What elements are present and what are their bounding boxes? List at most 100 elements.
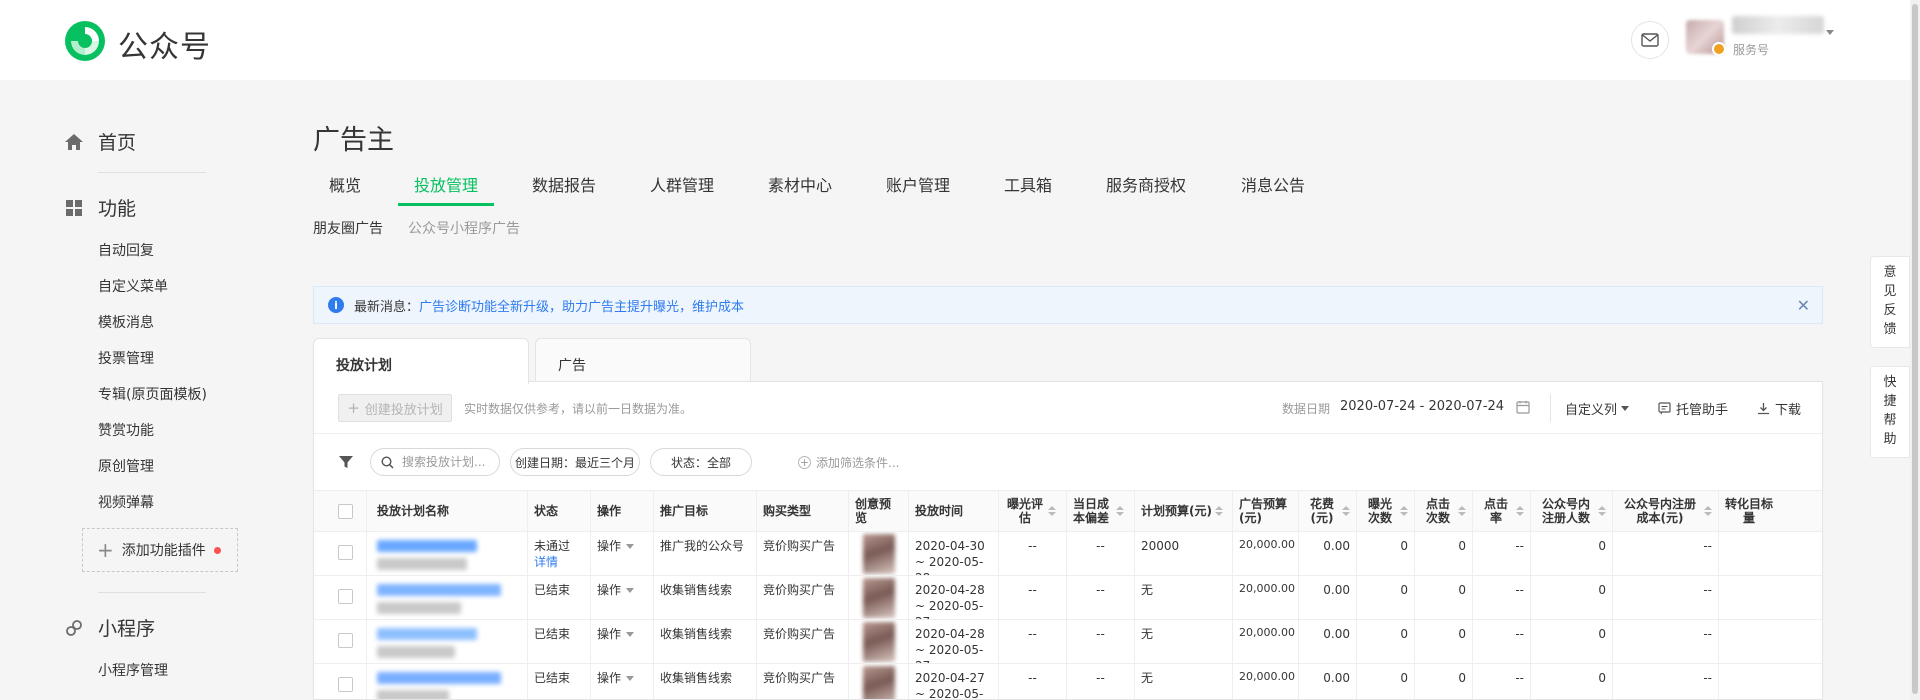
sort-icon[interactable]	[1116, 506, 1124, 516]
creative-preview-cell[interactable]	[849, 664, 909, 699]
plan-name-blurred[interactable]	[377, 584, 501, 596]
sidebar-item-album[interactable]: 专辑(原页面模板)	[98, 384, 207, 404]
col-exposure-estimate[interactable]: 曝光评估	[999, 491, 1067, 531]
sidebar-item-video-danmaku[interactable]: 视频弹幕	[98, 492, 154, 512]
col-daily-cost-deviation[interactable]: 当日成本偏差	[1067, 491, 1135, 531]
table-row[interactable]: 已结束 操作 收集销售线索竞价购买广告 2020-04-27 ~ 2020-05-26 -…	[314, 664, 1822, 699]
sidebar-section-mini-program[interactable]: 小程序	[64, 614, 155, 641]
filter-icon[interactable]	[338, 454, 354, 470]
creative-thumbnail[interactable]	[862, 578, 895, 618]
chevron-down-icon[interactable]	[1826, 30, 1834, 35]
account-name[interactable]	[1732, 16, 1824, 34]
sort-icon[interactable]	[1342, 506, 1350, 516]
custom-columns-button[interactable]: 自定义列	[1565, 399, 1630, 418]
tab-data-report[interactable]: 数据报告	[532, 172, 596, 196]
operation-cell[interactable]: 操作	[591, 620, 654, 663]
plan-name-blurred[interactable]	[377, 628, 477, 640]
table-row[interactable]: 已结束操作收集销售线索竞价购买广告2020-04-28~ 2020-05-27-…	[314, 576, 1822, 620]
sidebar-item-reward[interactable]: 赞赏功能	[98, 420, 154, 440]
sort-icon[interactable]	[1214, 506, 1223, 516]
sidebar-item-vote[interactable]: 投票管理	[98, 348, 154, 368]
plan-name-cell[interactable]	[367, 664, 528, 699]
download-button[interactable]: 下载	[1757, 399, 1801, 418]
table-row[interactable]: 未通过 详情 操作 推广我的公众号 竞价购买广告 2020-04-30 ~ 2020-05-…	[314, 532, 1822, 576]
date-range-value[interactable]: 2020-07-24 - 2020-07-24	[1340, 399, 1504, 414]
feedback-button[interactable]: 意见反馈	[1870, 256, 1910, 348]
operation-cell[interactable]: 操作	[591, 576, 654, 619]
card-tab-ads[interactable]: 广告	[535, 338, 751, 382]
operation-cell[interactable]: 操作	[591, 664, 654, 699]
sort-icon[interactable]	[1704, 506, 1712, 516]
sort-icon[interactable]	[1458, 506, 1466, 516]
col-conversion-target[interactable]: 转化目标量	[1719, 491, 1822, 531]
sort-icon[interactable]	[1598, 506, 1606, 516]
filter-chip-created-date[interactable]: 创建日期：最近三个月	[510, 448, 640, 476]
col-spend[interactable]: 花费(元)	[1299, 491, 1357, 531]
tab-material-center[interactable]: 素材中心	[768, 172, 832, 196]
logo-text[interactable]: 公众号	[118, 22, 211, 66]
plan-name-blurred[interactable]	[377, 672, 501, 684]
scrollbar-thumb[interactable]	[1912, 4, 1918, 694]
sidebar-item-template-message[interactable]: 模板消息	[98, 312, 154, 332]
sidebar-item-mini-program-manage[interactable]: 小程序管理	[98, 660, 168, 680]
detail-link[interactable]: 详情	[534, 554, 584, 570]
creative-thumbnail[interactable]	[862, 534, 895, 574]
col-registration-cost[interactable]: 公众号内注册成本(元)	[1613, 491, 1719, 531]
filter-chip-status[interactable]: 状态：全部	[650, 448, 752, 476]
tab-account-management[interactable]: 账户管理	[886, 172, 950, 196]
sort-icon[interactable]	[1400, 506, 1408, 516]
close-icon[interactable]: ✕	[1797, 296, 1810, 315]
operation-dropdown[interactable]: 操作	[597, 538, 621, 554]
sidebar-item-custom-menu[interactable]: 自定义菜单	[98, 276, 168, 296]
quick-help-button[interactable]: 快捷帮助	[1870, 366, 1910, 458]
tab-service-provider-auth[interactable]: 服务商授权	[1106, 172, 1186, 196]
create-plan-button[interactable]: + 创建投放计划	[338, 394, 452, 422]
managed-assistant-button[interactable]: 托管助手	[1658, 399, 1728, 418]
search-box[interactable]	[370, 448, 500, 476]
operation-dropdown[interactable]: 操作	[597, 582, 621, 598]
row-checkbox[interactable]	[338, 589, 353, 604]
subtab-moments-ads[interactable]: 朋友圈广告	[313, 218, 383, 238]
sidebar-item-auto-reply[interactable]: 自动回复	[98, 240, 154, 260]
col-click-count[interactable]: 点击次数	[1415, 491, 1473, 531]
col-registrations[interactable]: 公众号内注册人数	[1531, 491, 1613, 531]
col-exposure-count[interactable]: 曝光次数	[1357, 491, 1415, 531]
creative-preview-cell[interactable]	[849, 576, 909, 619]
sort-icon[interactable]	[1048, 506, 1056, 516]
operation-dropdown[interactable]: 操作	[597, 626, 621, 642]
row-checkbox[interactable]	[338, 677, 353, 692]
calendar-icon[interactable]	[1516, 400, 1530, 414]
sort-icon[interactable]	[1516, 506, 1524, 516]
operation-cell[interactable]: 操作	[591, 532, 654, 575]
notice-link[interactable]: 广告诊断功能全新升级，助力广告主提升曝光，维护成本	[419, 296, 744, 315]
col-ad-budget[interactable]: 广告预算(元)	[1233, 491, 1299, 531]
tab-toolbox[interactable]: 工具箱	[1004, 172, 1052, 196]
creative-thumbnail[interactable]	[862, 622, 895, 662]
col-plan-budget[interactable]: 计划预算(元)	[1135, 491, 1233, 531]
select-all-checkbox[interactable]	[338, 504, 353, 519]
tab-audience-management[interactable]: 人群管理	[650, 172, 714, 196]
creative-preview-cell[interactable]	[849, 532, 909, 575]
sidebar-item-original[interactable]: 原创管理	[98, 456, 154, 476]
tab-overview[interactable]: 概览	[329, 172, 361, 196]
tab-announcements[interactable]: 消息公告	[1241, 172, 1305, 196]
plan-name-blurred[interactable]	[377, 540, 477, 552]
search-input[interactable]	[402, 455, 492, 469]
plan-name-cell[interactable]	[367, 620, 528, 663]
add-plugin-button[interactable]: + 添加功能插件	[82, 528, 238, 572]
add-filter-button[interactable]: + 添加筛选条件...	[798, 454, 899, 471]
message-button[interactable]	[1631, 21, 1669, 59]
sidebar-item-home[interactable]: 首页	[64, 128, 136, 155]
wechat-official-account-logo[interactable]	[64, 20, 106, 62]
plan-name-cell[interactable]	[367, 576, 528, 619]
sidebar-section-features[interactable]: 功能	[64, 194, 136, 221]
creative-thumbnail[interactable]	[862, 666, 895, 699]
subtab-official-account-ads[interactable]: 公众号小程序广告	[408, 218, 520, 238]
col-ctr[interactable]: 点击率	[1473, 491, 1531, 531]
tab-delivery-management[interactable]: 投放管理	[414, 172, 478, 196]
table-row[interactable]: 已结束操作收集销售线索竞价购买广告2020-04-28~ 2020-05-27-…	[314, 620, 1822, 664]
plan-name-cell[interactable]	[367, 532, 528, 575]
creative-preview-cell[interactable]	[849, 620, 909, 663]
card-tab-plans[interactable]: 投放计划	[313, 338, 529, 384]
operation-dropdown[interactable]: 操作	[597, 670, 621, 686]
